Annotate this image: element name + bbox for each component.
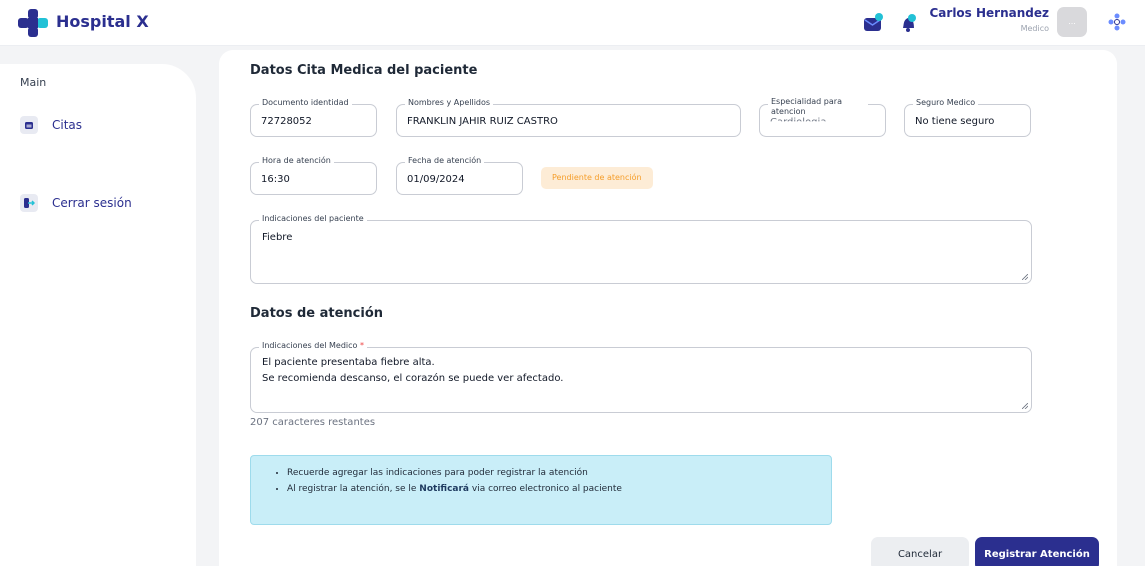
info-item: Al registrar la atención, se le Notifica… xyxy=(287,484,622,494)
insurance-field[interactable]: Seguro Medico No tiene seguro xyxy=(904,98,1031,137)
specialty-select[interactable]: Especialidad para atencion Cardiologia xyxy=(759,97,886,137)
sidebar-item-logout[interactable]: Cerrar sesión xyxy=(20,190,132,216)
remaining-characters: 207 caracteres restantes xyxy=(250,417,376,428)
sidebar: Main Citas Cerrar sesión xyxy=(0,64,196,566)
status-badge: Pendiente de atención xyxy=(541,167,653,189)
names-field[interactable]: Nombres y Apellidos FRANKLIN JAHIR RUIZ … xyxy=(396,98,741,137)
app-name: Hospital X xyxy=(56,12,149,31)
time-label: Hora de atención xyxy=(259,156,334,165)
doctor-notes-label-text: Indicaciones del Medico xyxy=(262,341,358,350)
info-item: Recuerde agregar las indicaciones para p… xyxy=(287,468,622,478)
document-value: 72728052 xyxy=(261,116,312,127)
top-bar: Hospital X Carlos Hernandez Medico ... xyxy=(0,0,1145,46)
register-attention-button[interactable]: Registrar Atención xyxy=(975,537,1099,566)
hospital-logo-icon xyxy=(18,9,48,37)
info-item-text: Recuerde agregar las indicaciones para p… xyxy=(287,468,588,478)
insurance-value: No tiene seguro xyxy=(915,116,995,127)
date-value: 01/09/2024 xyxy=(407,174,465,185)
resize-handle-icon[interactable] xyxy=(1022,403,1028,409)
document-label: Documento identidad xyxy=(259,98,352,107)
sidebar-item-citas[interactable]: Citas xyxy=(20,112,82,138)
settings-gear-icon[interactable] xyxy=(1108,13,1126,31)
appointment-section-title: Datos Cita Medica del paciente xyxy=(250,63,478,78)
info-list: Recuerde agregar las indicaciones para p… xyxy=(275,468,622,500)
specialty-value: Cardiologia xyxy=(770,117,827,128)
doctor-notes-textarea[interactable]: Indicaciones del Medico * El paciente pr… xyxy=(250,341,1032,413)
notification-bell-icon[interactable] xyxy=(898,12,920,34)
info-item-text: via correo electronico al paciente xyxy=(469,484,622,494)
patient-notes-label: Indicaciones del paciente xyxy=(259,214,367,223)
patient-notes-textarea[interactable]: Indicaciones del paciente Fiebre xyxy=(250,214,1032,284)
sidebar-item-label: Cerrar sesión xyxy=(52,196,132,210)
info-alert: Recuerde agregar las indicaciones para p… xyxy=(250,455,832,525)
appointment-card: Datos Cita Medica del paciente Documento… xyxy=(219,50,1117,566)
doctor-notes-line: El paciente presentaba fiebre alta. xyxy=(262,357,435,368)
attention-section-title: Datos de atención xyxy=(250,306,384,321)
specialty-label: Especialidad para atencion xyxy=(768,97,868,117)
date-field[interactable]: Fecha de atención 01/09/2024 xyxy=(396,156,523,195)
cancel-button[interactable]: Cancelar xyxy=(871,537,969,566)
doctor-notes-label: Indicaciones del Medico * xyxy=(259,341,367,350)
date-label: Fecha de atención xyxy=(405,156,485,165)
sidebar-item-label: Citas xyxy=(52,118,83,132)
sidebar-section-main: Main xyxy=(20,76,47,89)
names-value: FRANKLIN JAHIR RUIZ CASTRO xyxy=(407,116,558,127)
logout-icon xyxy=(20,194,38,212)
document-field[interactable]: Documento identidad 72728052 xyxy=(250,98,377,137)
info-item-bold: Notificará xyxy=(419,484,469,494)
resize-handle-icon[interactable] xyxy=(1022,274,1028,280)
time-field[interactable]: Hora de atención 16:30 xyxy=(250,156,377,195)
required-mark: * xyxy=(359,341,364,350)
user-role: Medico xyxy=(1020,24,1049,33)
user-name: Carlos Hernandez xyxy=(929,6,1050,20)
avatar[interactable]: ... xyxy=(1057,7,1087,37)
mail-icon[interactable] xyxy=(862,12,884,34)
names-label: Nombres y Apellidos xyxy=(405,98,494,107)
patient-notes-value: Fiebre xyxy=(262,232,293,243)
time-value: 16:30 xyxy=(261,174,290,185)
doctor-notes-line: Se recomienda descanso, el corazón se pu… xyxy=(262,373,564,384)
info-item-text: Al registrar la atención, se le xyxy=(287,484,420,494)
insurance-label: Seguro Medico xyxy=(913,98,979,107)
calendar-icon xyxy=(20,116,38,134)
